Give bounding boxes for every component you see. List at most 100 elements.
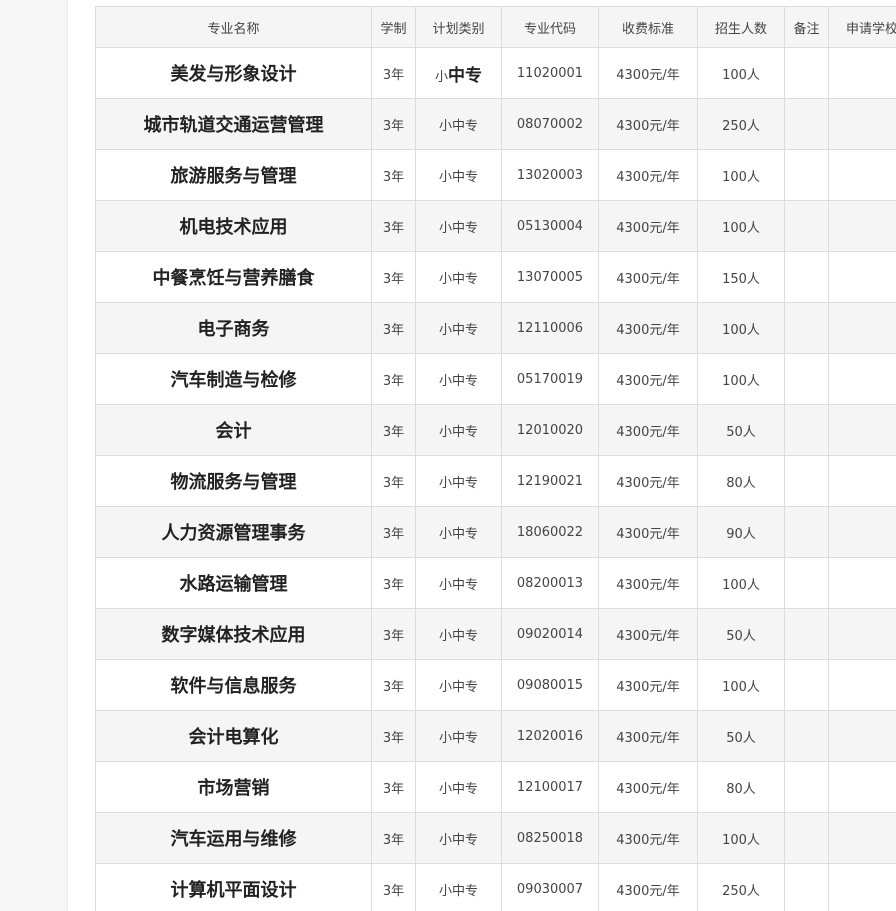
major-code-cell: 12110006 bbox=[501, 302, 599, 354]
apply-school-cell bbox=[828, 710, 896, 762]
plan-type-cell: 小中专 bbox=[415, 812, 502, 864]
plan-type-cell: 小中专 bbox=[415, 455, 502, 507]
major-name-cell: 旅游服务与管理 bbox=[95, 149, 372, 201]
plan-type-cell: 小中专 bbox=[415, 47, 502, 99]
major-code-cell: 08200013 bbox=[501, 557, 599, 609]
major-code-cell: 05170019 bbox=[501, 353, 599, 405]
major-code-cell: 12190021 bbox=[501, 455, 599, 507]
table-row: 水路运输管理 3年 小中专 08200013 4300元/年 100人 bbox=[95, 557, 896, 609]
fee-cell: 4300元/年 bbox=[598, 863, 698, 911]
apply-school-cell bbox=[828, 506, 896, 558]
major-code-cell: 18060022 bbox=[501, 506, 599, 558]
table-row: 软件与信息服务 3年 小中专 09080015 4300元/年 100人 bbox=[95, 659, 896, 711]
apply-school-cell bbox=[828, 149, 896, 201]
plan-type-cell: 小中专 bbox=[415, 557, 502, 609]
header-apply-school: 申请学校 bbox=[828, 6, 896, 48]
years-cell: 3年 bbox=[371, 761, 416, 813]
header-years: 学制 bbox=[371, 6, 416, 48]
left-gutter bbox=[0, 0, 68, 911]
years-cell: 3年 bbox=[371, 404, 416, 456]
enrollment-count-cell: 80人 bbox=[697, 761, 785, 813]
years-cell: 3年 bbox=[371, 200, 416, 252]
plan-type-cell: 小中专 bbox=[415, 608, 502, 660]
note-cell bbox=[784, 149, 829, 201]
fee-cell: 4300元/年 bbox=[598, 404, 698, 456]
apply-school-cell bbox=[828, 761, 896, 813]
note-cell bbox=[784, 302, 829, 354]
fee-cell: 4300元/年 bbox=[598, 455, 698, 507]
major-code-cell: 12020016 bbox=[501, 710, 599, 762]
fee-cell: 4300元/年 bbox=[598, 761, 698, 813]
note-cell bbox=[784, 863, 829, 911]
header-fee: 收费标准 bbox=[598, 6, 698, 48]
enrollment-count-cell: 150人 bbox=[697, 251, 785, 303]
major-name-cell: 城市轨道交通运营管理 bbox=[95, 98, 372, 150]
major-name-cell: 会计 bbox=[95, 404, 372, 456]
enrollment-count-cell: 250人 bbox=[697, 863, 785, 911]
plan-type-cell: 小中专 bbox=[415, 659, 502, 711]
note-cell bbox=[784, 761, 829, 813]
years-cell: 3年 bbox=[371, 863, 416, 911]
fee-cell: 4300元/年 bbox=[598, 302, 698, 354]
table-row: 汽车运用与维修 3年 小中专 08250018 4300元/年 100人 bbox=[95, 812, 896, 864]
note-cell bbox=[784, 353, 829, 405]
note-cell bbox=[784, 608, 829, 660]
header-major-name: 专业名称 bbox=[95, 6, 372, 48]
plan-type-cell: 小中专 bbox=[415, 251, 502, 303]
fee-cell: 4300元/年 bbox=[598, 608, 698, 660]
fee-cell: 4300元/年 bbox=[598, 812, 698, 864]
major-name-cell: 会计电算化 bbox=[95, 710, 372, 762]
fee-cell: 4300元/年 bbox=[598, 149, 698, 201]
table-row: 中餐烹饪与营养膳食 3年 小中专 13070005 4300元/年 150人 bbox=[95, 251, 896, 303]
table-row: 汽车制造与检修 3年 小中专 05170019 4300元/年 100人 bbox=[95, 353, 896, 405]
header-major-code: 专业代码 bbox=[501, 6, 599, 48]
major-name-cell: 美发与形象设计 bbox=[95, 47, 372, 99]
table-row: 物流服务与管理 3年 小中专 12190021 4300元/年 80人 bbox=[95, 455, 896, 507]
years-cell: 3年 bbox=[371, 149, 416, 201]
note-cell bbox=[784, 404, 829, 456]
major-name-cell: 人力资源管理事务 bbox=[95, 506, 372, 558]
fee-cell: 4300元/年 bbox=[598, 710, 698, 762]
years-cell: 3年 bbox=[371, 47, 416, 99]
years-cell: 3年 bbox=[371, 251, 416, 303]
years-cell: 3年 bbox=[371, 812, 416, 864]
major-name-cell: 中餐烹饪与营养膳食 bbox=[95, 251, 372, 303]
note-cell bbox=[784, 812, 829, 864]
fee-cell: 4300元/年 bbox=[598, 98, 698, 150]
header-enrollment-count: 招生人数 bbox=[697, 6, 785, 48]
major-code-cell: 09020014 bbox=[501, 608, 599, 660]
apply-school-cell bbox=[828, 251, 896, 303]
major-name-cell: 汽车运用与维修 bbox=[95, 812, 372, 864]
header-note: 备注 bbox=[784, 6, 829, 48]
apply-school-cell bbox=[828, 659, 896, 711]
apply-school-cell bbox=[828, 200, 896, 252]
apply-school-cell bbox=[828, 863, 896, 911]
major-code-cell: 13070005 bbox=[501, 251, 599, 303]
major-code-cell: 13020003 bbox=[501, 149, 599, 201]
major-name-cell: 汽车制造与检修 bbox=[95, 353, 372, 405]
major-code-cell: 09080015 bbox=[501, 659, 599, 711]
table-header-row: 专业名称 学制 计划类别 专业代码 收费标准 招生人数 备注 申请学校 bbox=[95, 6, 896, 48]
enrollment-count-cell: 100人 bbox=[697, 812, 785, 864]
years-cell: 3年 bbox=[371, 98, 416, 150]
table-row: 美发与形象设计 3年 小中专 11020001 4300元/年 100人 bbox=[95, 47, 896, 99]
apply-school-cell bbox=[828, 557, 896, 609]
years-cell: 3年 bbox=[371, 353, 416, 405]
enrollment-count-cell: 100人 bbox=[697, 302, 785, 354]
plan-type-cell: 小中专 bbox=[415, 863, 502, 911]
plan-type-prefix: 小 bbox=[434, 69, 448, 85]
table-row: 电子商务 3年 小中专 12110006 4300元/年 100人 bbox=[95, 302, 896, 354]
fee-cell: 4300元/年 bbox=[598, 251, 698, 303]
plan-type-cell: 小中专 bbox=[415, 761, 502, 813]
apply-school-cell bbox=[828, 404, 896, 456]
note-cell bbox=[784, 506, 829, 558]
plan-type-cell: 小中专 bbox=[415, 506, 502, 558]
table-row: 旅游服务与管理 3年 小中专 13020003 4300元/年 100人 bbox=[95, 149, 896, 201]
fee-cell: 4300元/年 bbox=[598, 557, 698, 609]
major-name-cell: 水路运输管理 bbox=[95, 557, 372, 609]
plan-type-cell: 小中专 bbox=[415, 98, 502, 150]
apply-school-cell bbox=[828, 98, 896, 150]
plan-type-cell: 小中专 bbox=[415, 200, 502, 252]
enrollment-count-cell: 100人 bbox=[697, 353, 785, 405]
years-cell: 3年 bbox=[371, 455, 416, 507]
